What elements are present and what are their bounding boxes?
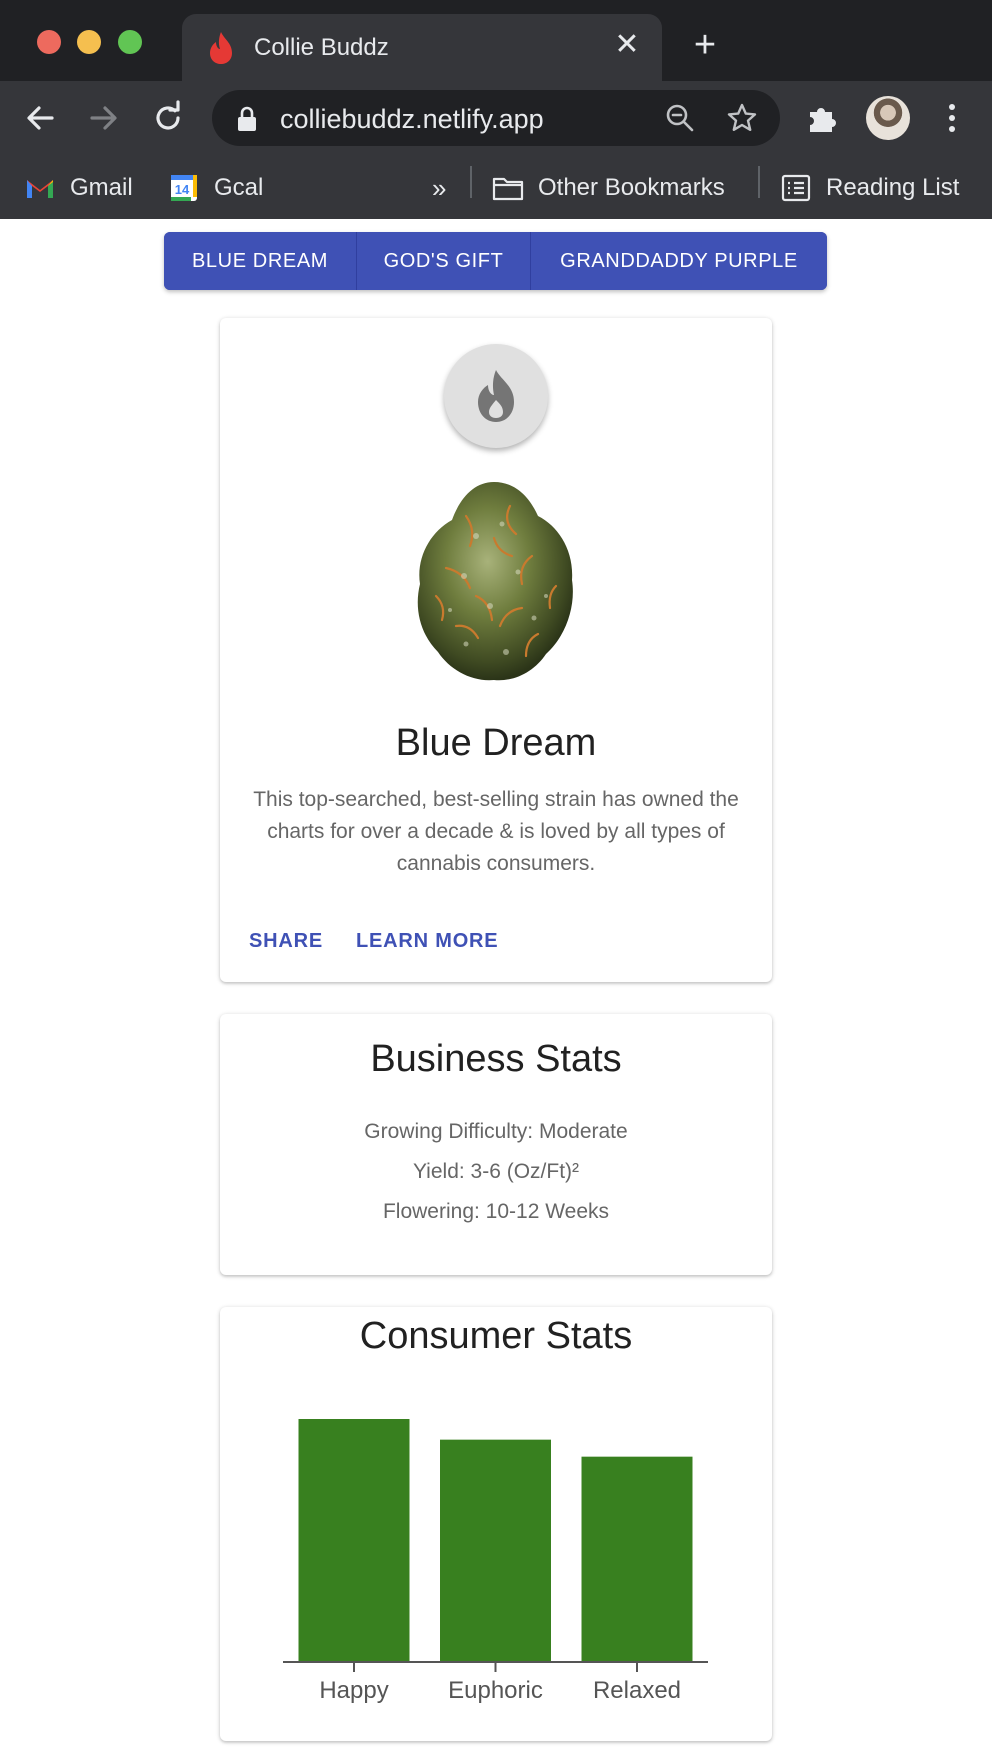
address-bar[interactable]: colliebuddz.netlify.app (212, 90, 780, 146)
window-maximize-button[interactable] (118, 30, 142, 54)
new-tab-icon[interactable]: + (688, 26, 722, 64)
strain-button-granddaddy-purple[interactable]: GRANDDADDY PURPLE (530, 232, 827, 290)
bookmark-other-label: Other Bookmarks (538, 174, 725, 201)
bookmarks-overflow-chevron[interactable]: » (432, 170, 446, 206)
bar-happy (298, 1419, 410, 1662)
bookmark-star-icon[interactable] (726, 102, 758, 134)
x-tick-label-relaxed: Relaxed (593, 1677, 681, 1704)
page-content: BLUE DREAM GOD'S GIFT GRANDDADDY PURPLE (0, 219, 992, 1748)
bookmark-reading-label: Reading List (826, 174, 960, 201)
x-tick-label-happy: Happy (319, 1677, 388, 1704)
x-tick-label-euphoric: Euphoric (448, 1677, 543, 1704)
growing-difficulty-text: Growing Difficulty: Moderate (364, 1120, 628, 1143)
calendar-icon: 14 (171, 175, 197, 201)
bookmark-gcal-label: Gcal (214, 174, 264, 201)
folder-icon (492, 177, 524, 201)
calendar-icon-date: 14 (175, 182, 190, 197)
bookmarks-bar: Gmail 14 Gcal » Other Bookmarks Reading … (0, 160, 992, 219)
strain-button-group: BLUE DREAM GOD'S GIFT GRANDDADDY PURPLE (164, 232, 827, 290)
flowering-text: Flowering: 10-12 Weeks (382, 1200, 610, 1223)
flame-icon (478, 370, 514, 422)
extensions-puzzle-icon[interactable] (804, 100, 840, 136)
share-button[interactable]: SHARE (249, 930, 323, 953)
back-icon[interactable] (20, 98, 60, 138)
forward-icon[interactable] (84, 98, 124, 138)
reload-icon[interactable] (148, 98, 188, 138)
bookmark-other-bookmarks[interactable]: Other Bookmarks (492, 170, 725, 206)
bookmark-gmail[interactable]: Gmail (24, 170, 133, 206)
flame-fab-button[interactable] (444, 344, 548, 448)
consumer-stats-title: Consumer Stats (359, 1315, 633, 1357)
business-stats-card: Business Stats Growing Difficulty: Moder… (220, 1014, 772, 1275)
profile-avatar[interactable] (866, 96, 910, 140)
bookmark-separator (470, 166, 472, 198)
learn-more-button[interactable]: LEARN MORE (356, 930, 498, 953)
bar-relaxed (581, 1456, 693, 1662)
window-minimize-button[interactable] (77, 30, 101, 54)
consumer-stats-card: Consumer Stats Happy Euphoric Relaxed (220, 1307, 772, 1741)
bookmark-gcal[interactable]: 14 Gcal (168, 170, 263, 206)
cannabis-bud-image (417, 482, 573, 681)
gmail-icon (27, 180, 53, 198)
browser-chrome: Collie Buddz ✕ + colliebuddz.netlify.app (0, 0, 992, 219)
strain-description: This top-searched, best-selling strain h… (253, 788, 739, 875)
tab-close-icon[interactable]: ✕ (610, 28, 644, 62)
business-stats-title: Business Stats (370, 1038, 622, 1080)
zoom-out-icon[interactable] (664, 102, 696, 134)
tab-title: Collie Buddz (254, 34, 389, 61)
strain-card: Blue Dream This top-searched, best-selli… (220, 318, 772, 982)
bookmark-gmail-label: Gmail (70, 174, 133, 201)
window-close-button[interactable] (37, 30, 61, 54)
bookmark-separator (758, 166, 760, 198)
bar-euphoric (440, 1439, 551, 1662)
strain-title: Blue Dream (395, 722, 597, 764)
lock-icon[interactable] (236, 106, 258, 132)
more-menu-icon[interactable] (940, 100, 964, 136)
yield-text: Yield: 3-6 (Oz/Ft)² (412, 1160, 580, 1183)
flame-favicon-icon (206, 31, 236, 65)
browser-tab[interactable]: Collie Buddz ✕ (182, 14, 662, 81)
bookmark-reading-list[interactable]: Reading List (780, 170, 959, 206)
strain-button-gods-gift[interactable]: GOD'S GIFT (356, 232, 530, 290)
strain-button-blue-dream[interactable]: BLUE DREAM (164, 232, 356, 290)
reading-list-icon (781, 174, 811, 202)
consumer-stats-bar-chart: Happy Euphoric Relaxed (283, 1419, 708, 1704)
url-text[interactable]: colliebuddz.netlify.app (280, 104, 544, 135)
tab-strip: Collie Buddz ✕ + (0, 0, 992, 81)
